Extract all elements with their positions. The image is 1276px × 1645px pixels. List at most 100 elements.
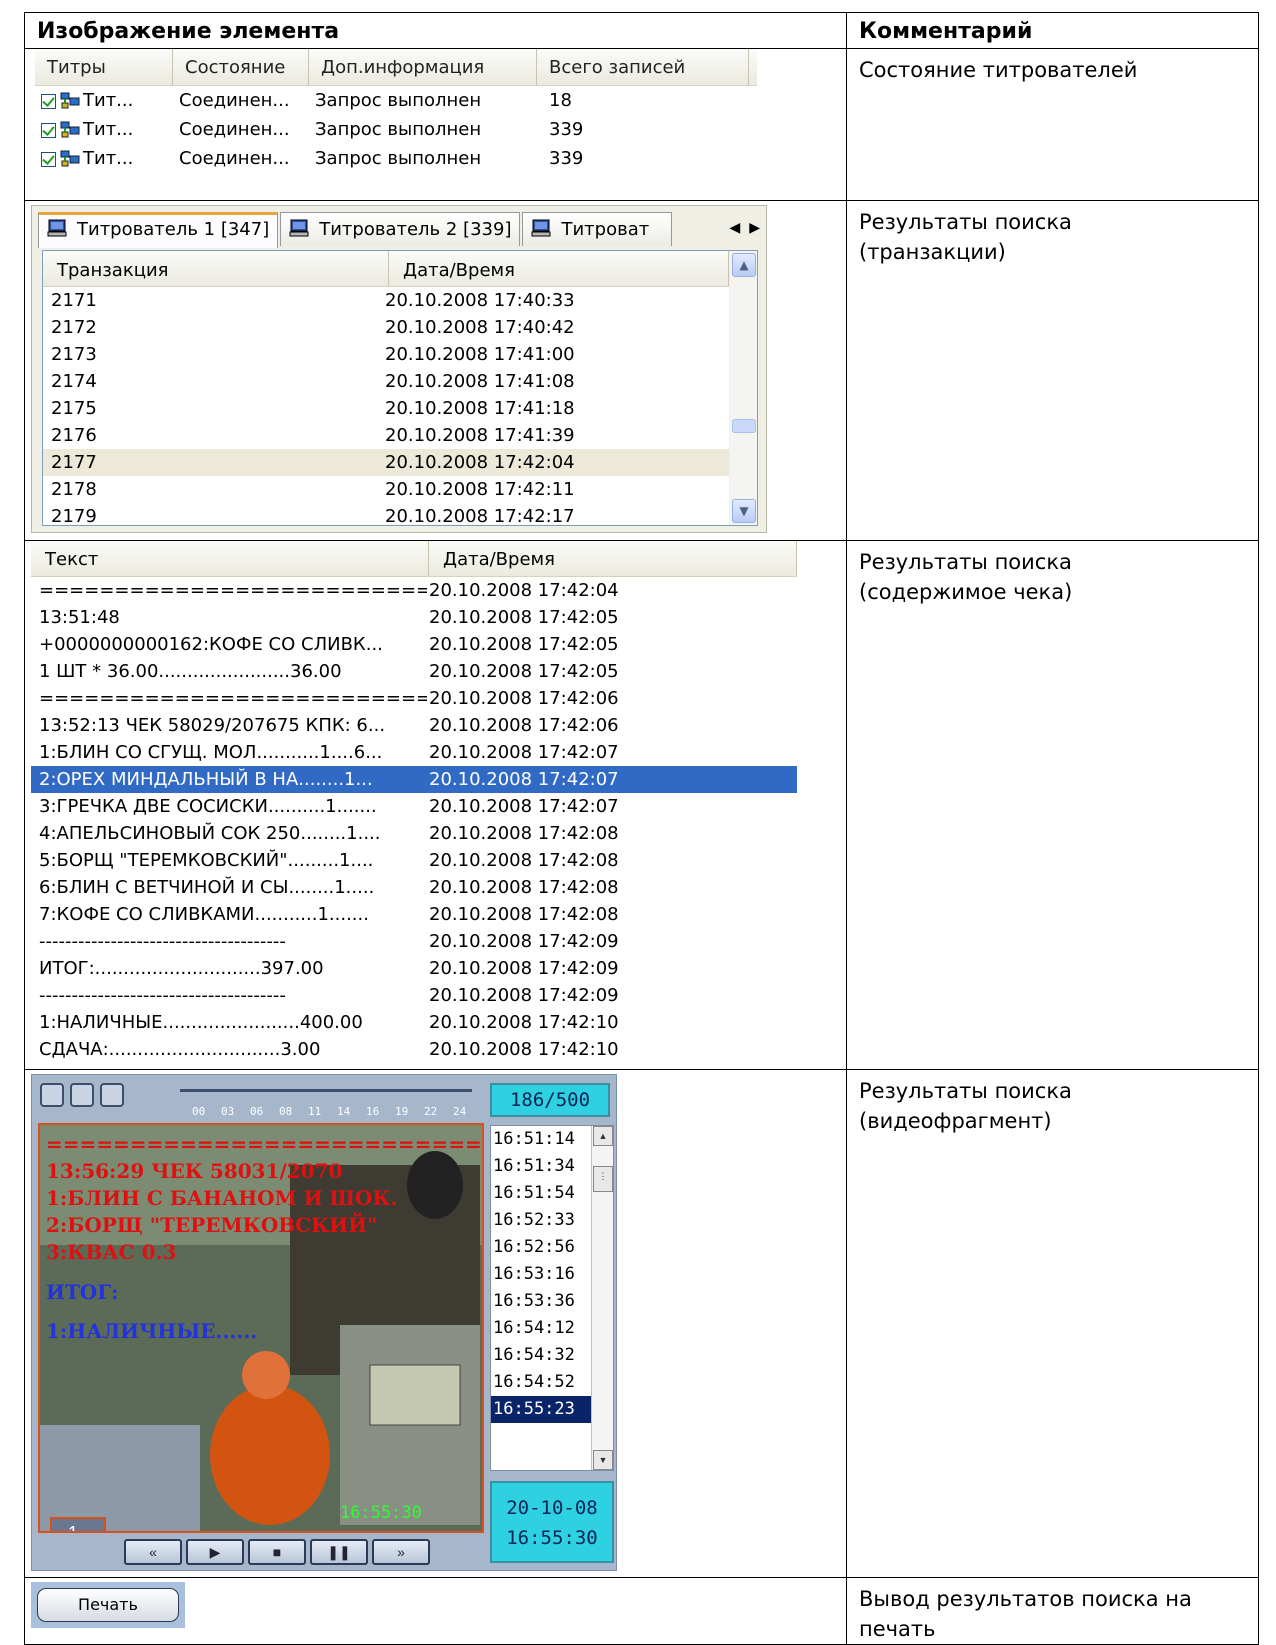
receipt-row[interactable]: 1 ШТ * 36.00.......................36.00… [31, 658, 797, 685]
receipt-row[interactable]: 1:НАЛИЧНЫЕ........................400.00… [31, 1009, 797, 1036]
transaction-datetime: 20.10.2008 17:42:04 [385, 452, 575, 473]
video-frame[interactable]: ============================== 13:56:29 Ч… [38, 1123, 484, 1533]
scroll-thumb[interactable] [732, 419, 756, 433]
receipt-row[interactable]: 5:БОРЩ "ТЕРЕМКОВСКИЙ".........1.... 20.10… [31, 847, 797, 874]
receipt-text: 13:52:13 ЧЕК 58029/207675 КПК: 6... [39, 715, 386, 736]
receipt-datetime: 20.10.2008 17:42:06 [429, 715, 619, 736]
time-list-item[interactable]: 16:52:56 [491, 1234, 591, 1261]
scroll-thumb[interactable]: ⋮ [593, 1166, 613, 1192]
time-list-item[interactable]: 16:53:16 [491, 1261, 591, 1288]
receipt-row[interactable]: +0000000000162:КОФЕ СО СЛИВК... 20.10.200… [31, 631, 797, 658]
transaction-row[interactable]: 2176 20.10.2008 17:41:39 [43, 422, 729, 449]
rewind-button[interactable]: « [124, 1539, 182, 1565]
play-button[interactable]: ▶ [186, 1539, 244, 1565]
receipt-datetime: 20.10.2008 17:42:07 [429, 796, 619, 817]
receipt-row[interactable]: 13:51:48 20.10.2008 17:42:05 [31, 604, 797, 631]
transaction-row[interactable]: 2179 20.10.2008 17:42:17 [43, 503, 729, 525]
datetime-display: 20-10-08 16:55:30 [490, 1481, 614, 1563]
grid-row[interactable]: Тит... Соединен... Запрос выполнен 339 [35, 144, 757, 173]
scroll-up-icon[interactable]: ▲ [593, 1126, 613, 1146]
total-cell: 339 [549, 119, 584, 140]
transaction-row[interactable]: 2177 20.10.2008 17:42:04 [43, 449, 729, 476]
time-list-item[interactable]: 16:52:33 [491, 1207, 591, 1234]
stop-button[interactable]: ■ [248, 1539, 306, 1565]
info-cell: Запрос выполнен [315, 90, 482, 111]
transaction-row[interactable]: 2173 20.10.2008 17:41:00 [43, 341, 729, 368]
print-icon[interactable] [40, 1083, 64, 1107]
col-info[interactable]: Доп.информация [309, 49, 537, 85]
video-overlay-text: 13:56:29 ЧЕК 58031/2070 [46, 1159, 343, 1183]
receipt-row[interactable]: -------------------------------------- 20… [31, 928, 797, 955]
scroll-up-icon[interactable]: ▲ [732, 253, 756, 277]
col-state[interactable]: Состояние [173, 49, 309, 85]
receipt-row[interactable]: 13:52:13 ЧЕК 58029/207675 КПК: 6... 20.10… [31, 712, 797, 739]
receipt-row[interactable]: 1:БЛИН СО СГУЩ. МОЛ...........1....6... 2… [31, 739, 797, 766]
receipt-row[interactable]: 4:АПЕЛЬСИНОВЫЙ СОК 250........1.... 20.10… [31, 820, 797, 847]
receipt-row[interactable]: ==============================...20.10.2… [31, 577, 797, 604]
scroll-down-icon[interactable]: ▼ [732, 499, 756, 523]
tab-titler-3[interactable]: Титроват [522, 212, 673, 246]
receipt-row[interactable]: -------------------------------------- 20… [31, 982, 797, 1009]
receipt-text: 4:АПЕЛЬСИНОВЫЙ СОК 250........1.... [39, 823, 381, 844]
save-icon[interactable] [70, 1083, 94, 1107]
vertical-scrollbar[interactable]: ▲ ▼ [729, 251, 757, 525]
time-list-item[interactable]: 16:54:12 [491, 1315, 591, 1342]
receipt-row[interactable]: ИТОГ:.............................397.00… [31, 955, 797, 982]
col-titles[interactable]: Титры [35, 49, 173, 85]
tab-titler-2[interactable]: Титрователь 2 [339] [280, 212, 521, 246]
receipt-datetime: 20.10.2008 17:42:08 [429, 850, 619, 871]
time-list-item[interactable]: 16:54:52 [491, 1369, 591, 1396]
grid-row[interactable]: Тит... Соединен... Запрос выполнен 339 [35, 115, 757, 144]
receipt-text: 3:ГРЕЧКА ДВЕ СОСИСКИ..........1....... [39, 796, 377, 817]
state-cell: Соединен... [179, 148, 290, 169]
date-value: 20-10-08 [506, 1497, 598, 1519]
receipt-datetime: 20.10.2008 17:42:07 [429, 742, 619, 763]
receipt-row[interactable]: 3:ГРЕЧКА ДВЕ СОСИСКИ..........1....... 20… [31, 793, 797, 820]
receipt-datetime: 20.10.2008 17:42:08 [429, 823, 619, 844]
col-transaction[interactable]: Транзакция [43, 251, 389, 286]
forward-button[interactable]: » [372, 1539, 430, 1565]
timeline-slider[interactable] [180, 1089, 472, 1103]
print-button[interactable]: Печать [37, 1588, 179, 1622]
time-list-item[interactable]: 16:54:32 [491, 1342, 591, 1369]
col-text[interactable]: Текст [31, 541, 429, 576]
timeline-label: 08 [279, 1105, 293, 1118]
tab-scroll-right-icon[interactable]: ▶ [749, 220, 760, 236]
time-list-item[interactable]: 16:55:23 [491, 1396, 591, 1423]
transaction-row[interactable]: 2171 20.10.2008 17:40:33 [43, 287, 729, 314]
print-panel: Печать [31, 1582, 185, 1628]
checkbox[interactable] [41, 122, 56, 138]
time-list-item[interactable]: 16:51:14 [491, 1126, 591, 1153]
receipt-text: 1 ШТ * 36.00.......................36.00 [39, 661, 342, 682]
tab-scroll-left-icon[interactable]: ◀ [730, 220, 741, 236]
checkbox[interactable] [41, 93, 56, 109]
receipt-row[interactable]: 2:ОРЕХ МИНДАЛЬНЫЙ В НА........1... 20.10.… [31, 766, 797, 793]
transaction-id: 2175 [51, 398, 97, 419]
receipt-text: ==============================... [39, 688, 427, 709]
transaction-row[interactable]: 2175 20.10.2008 17:41:18 [43, 395, 729, 422]
time-list-item[interactable]: 16:51:54 [491, 1180, 591, 1207]
vertical-scrollbar[interactable]: ▲ ⋮ ▼ [591, 1126, 613, 1470]
transaction-row[interactable]: 2172 20.10.2008 17:40:42 [43, 314, 729, 341]
receipt-text: -------------------------------------- [39, 931, 286, 952]
grid-row[interactable]: Тит... Соединен... Запрос выполнен 18 [35, 86, 757, 115]
col-datetime[interactable]: Дата/Время [389, 251, 729, 286]
checkbox[interactable] [41, 151, 56, 167]
time-list-item[interactable]: 16:53:36 [491, 1288, 591, 1315]
timeline-label: 03 [221, 1105, 235, 1118]
zoom-icon[interactable] [100, 1083, 124, 1107]
receipt-row[interactable]: 6:БЛИН С ВЕТЧИНОЙ И СЫ........1..... 20.1… [31, 874, 797, 901]
transaction-row[interactable]: 2178 20.10.2008 17:42:11 [43, 476, 729, 503]
receipt-row[interactable]: ==============================...20.10.2… [31, 685, 797, 712]
col-total[interactable]: Всего записей [537, 49, 749, 85]
time-list-item[interactable]: 16:51:34 [491, 1153, 591, 1180]
receipt-row[interactable]: 7:КОФЕ СО СЛИВКАМИ...........1....... 20.… [31, 901, 797, 928]
pause-button[interactable]: ❚❚ [310, 1539, 368, 1565]
receipt-text: +0000000000162:КОФЕ СО СЛИВК... [39, 634, 383, 655]
col-datetime[interactable]: Дата/Время [429, 541, 797, 576]
transaction-row[interactable]: 2174 20.10.2008 17:41:08 [43, 368, 729, 395]
tab-titler-1[interactable]: Титрователь 1 [347] [38, 212, 279, 248]
receipt-text: 6:БЛИН С ВЕТЧИНОЙ И СЫ........1..... [39, 877, 375, 898]
scroll-down-icon[interactable]: ▼ [593, 1450, 613, 1470]
receipt-row[interactable]: СДАЧА:..............................3.00… [31, 1036, 797, 1063]
